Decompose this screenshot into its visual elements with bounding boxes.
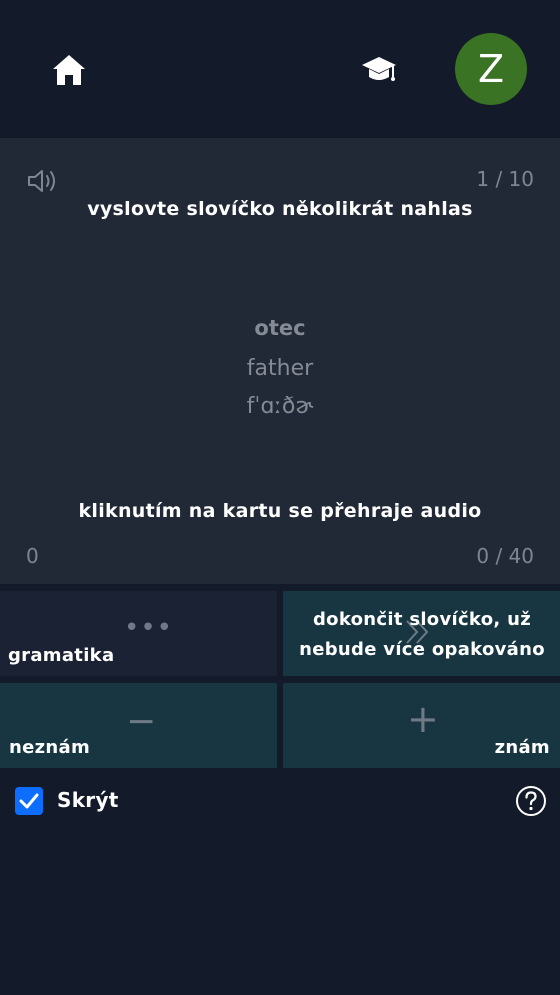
header: Z bbox=[0, 0, 560, 138]
graduation-cap-icon bbox=[362, 57, 396, 81]
dont-know-button[interactable]: − neznám bbox=[0, 683, 277, 768]
pronounce-hint: vyslovte slovíčko několikrát nahlas bbox=[87, 198, 473, 220]
help-button[interactable] bbox=[515, 785, 547, 817]
card-phonetic: fˈɑːðɚ bbox=[246, 394, 314, 419]
course-button[interactable] bbox=[360, 52, 398, 88]
total-count: 0 / 40 bbox=[476, 544, 534, 568]
card-word: otec bbox=[254, 316, 306, 340]
know-button[interactable]: + znám bbox=[283, 683, 560, 768]
finish-word-label: dokončit slovíčko, už nebude více opakov… bbox=[299, 609, 545, 660]
audio-hint: kliknutím na kartu se přehraje audio bbox=[78, 500, 482, 522]
home-icon bbox=[53, 55, 85, 85]
hide-label: Skrýt bbox=[57, 788, 119, 812]
finish-word-button[interactable]: dokončit slovíčko, už nebude více opakov… bbox=[283, 591, 560, 676]
card-progress: 1 / 10 bbox=[476, 167, 534, 191]
checkmark-icon bbox=[19, 793, 39, 809]
home-button[interactable] bbox=[50, 52, 88, 88]
speaker-icon bbox=[28, 170, 55, 192]
flashcard[interactable]: 1 / 10 vyslovte slovíčko několikrát nahl… bbox=[0, 138, 560, 584]
speaker-button[interactable] bbox=[26, 167, 60, 195]
known-count: 0 bbox=[26, 544, 39, 568]
minus-icon: − bbox=[126, 701, 157, 742]
grammar-button[interactable]: ••• gramatika bbox=[0, 591, 277, 676]
help-circle-icon bbox=[516, 786, 546, 816]
hide-checkbox[interactable] bbox=[15, 787, 43, 815]
dont-know-label: neznám bbox=[9, 737, 91, 758]
know-label: znám bbox=[494, 737, 550, 758]
card-translation: father bbox=[246, 356, 314, 381]
avatar[interactable]: Z bbox=[455, 33, 527, 105]
plus-icon: + bbox=[407, 697, 439, 741]
more-dots-icon: ••• bbox=[124, 613, 174, 643]
grammar-label: gramatika bbox=[8, 645, 115, 666]
